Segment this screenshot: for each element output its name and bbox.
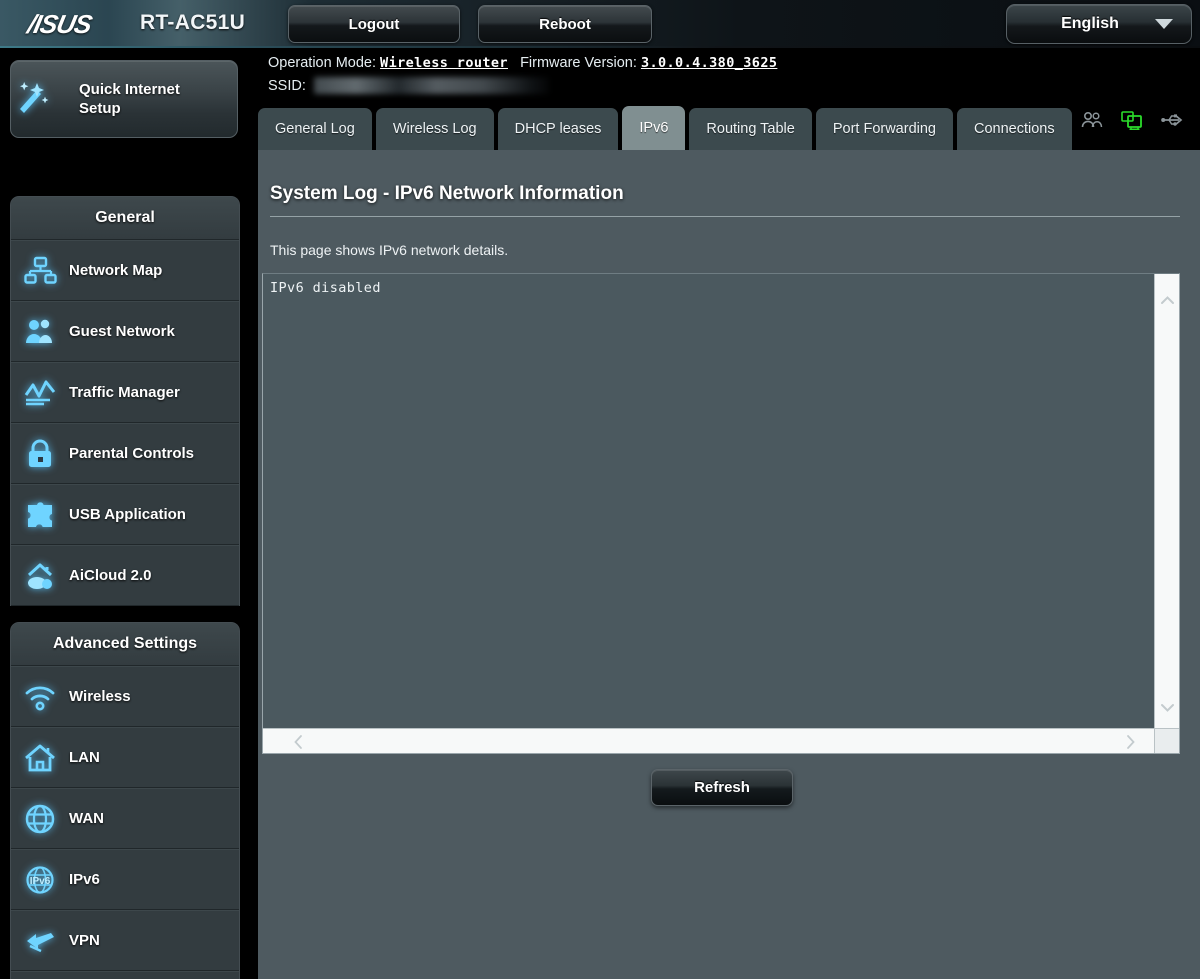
globe-icon bbox=[11, 802, 69, 836]
left-sidebar: Quick Internet Setup General Network Map bbox=[0, 48, 258, 979]
cloud-home-icon bbox=[11, 559, 69, 593]
horizontal-scrollbar[interactable] bbox=[263, 728, 1156, 753]
sidebar-item-traffic-manager[interactable]: Traffic Manager bbox=[11, 362, 239, 423]
quick-internet-setup-button[interactable]: Quick Internet Setup bbox=[10, 60, 238, 138]
wifi-icon bbox=[11, 680, 69, 714]
scrollbar-corner bbox=[1154, 728, 1179, 753]
logout-button[interactable]: Logout bbox=[288, 5, 460, 43]
operation-mode-label: Operation Mode: bbox=[268, 55, 377, 71]
log-tab-bar: General Log Wireless Log DHCP leases IPv… bbox=[258, 106, 1076, 150]
sidebar-item-aicloud[interactable]: AiCloud 2.0 bbox=[11, 545, 239, 606]
page-description: This page shows IPv6 network details. bbox=[270, 242, 509, 258]
tab-general-log[interactable]: General Log bbox=[258, 108, 372, 150]
tab-label: Wireless Log bbox=[392, 121, 477, 137]
sidebar-item-label: Parental Controls bbox=[69, 445, 195, 462]
sidebar-item-label: WAN bbox=[69, 810, 104, 827]
network-connected-icon[interactable] bbox=[1120, 110, 1144, 130]
tab-label: DHCP leases bbox=[514, 121, 602, 137]
top-header-bar: /ISUS RT-AC51U Logout Reboot English bbox=[0, 0, 1200, 48]
sidebar-group-advanced-settings: Advanced Settings Wireless LAN WAN IPv6 … bbox=[10, 622, 240, 979]
sidebar-item-wan[interactable]: WAN bbox=[11, 788, 239, 849]
magic-wand-icon bbox=[11, 77, 73, 122]
chevron-down-icon[interactable] bbox=[1155, 696, 1179, 720]
sidebar-item-label: IPv6 bbox=[69, 871, 100, 888]
tab-label: Port Forwarding bbox=[832, 121, 936, 137]
tab-routing-table[interactable]: Routing Table bbox=[689, 108, 812, 150]
sidebar-group-title-general: General bbox=[11, 197, 239, 240]
ssid-label: SSID: bbox=[268, 77, 306, 94]
chevron-left-icon[interactable] bbox=[285, 729, 311, 753]
router-model-name: RT-AC51U bbox=[140, 11, 246, 34]
language-selector[interactable]: English bbox=[1006, 4, 1192, 44]
vertical-scrollbar[interactable] bbox=[1154, 274, 1179, 730]
tab-label: General Log bbox=[275, 121, 355, 137]
operation-mode-line: Operation Mode: Wireless router Firmware… bbox=[268, 55, 777, 71]
firmware-version-value[interactable]: 3.0.0.4.380_3625 bbox=[641, 55, 777, 71]
firmware-version-label: Firmware Version: bbox=[520, 55, 637, 71]
tab-connections[interactable]: Connections bbox=[957, 108, 1072, 150]
house-icon bbox=[11, 741, 69, 775]
tab-ipv6[interactable]: IPv6 bbox=[622, 106, 686, 150]
tab-dhcp-leases[interactable]: DHCP leases bbox=[497, 108, 619, 150]
guest-network-icon bbox=[11, 315, 69, 349]
language-selector-value: English bbox=[1061, 15, 1119, 32]
log-output-textarea[interactable]: IPv6 disabled bbox=[262, 273, 1180, 754]
logout-button-label: Logout bbox=[348, 15, 400, 33]
sidebar-item-parental-controls[interactable]: Parental Controls bbox=[11, 423, 239, 484]
sidebar-item-label: LAN bbox=[69, 749, 100, 766]
sidebar-group-general: General Network Map Guest Network Traffi… bbox=[10, 196, 240, 606]
quick-internet-setup-label: Quick Internet Setup bbox=[79, 81, 180, 117]
title-divider bbox=[270, 216, 1180, 217]
tab-port-forwarding[interactable]: Port Forwarding bbox=[815, 108, 953, 150]
vpn-icon bbox=[11, 924, 69, 958]
reboot-button-label: Reboot bbox=[539, 15, 591, 33]
tab-wireless-log[interactable]: Wireless Log bbox=[375, 108, 494, 150]
sidebar-item-label: Wireless bbox=[69, 688, 131, 705]
usb-icon[interactable] bbox=[1160, 111, 1184, 129]
sidebar-item-label: Guest Network bbox=[69, 323, 175, 340]
puzzle-icon bbox=[11, 498, 69, 532]
svg-text:IPv6: IPv6 bbox=[30, 876, 51, 887]
sidebar-item-usb-application[interactable]: USB Application bbox=[11, 484, 239, 545]
main-content-panel: System Log - IPv6 Network Information Th… bbox=[258, 150, 1200, 979]
refresh-button-label: Refresh bbox=[694, 779, 750, 796]
sidebar-item-vpn[interactable]: VPN bbox=[11, 910, 239, 971]
tab-label: IPv6 bbox=[639, 120, 669, 136]
router-info-strip: Operation Mode: Wireless router Firmware… bbox=[258, 48, 1200, 130]
clients-icon[interactable] bbox=[1080, 111, 1104, 129]
page-title: System Log - IPv6 Network Information bbox=[270, 183, 624, 204]
sidebar-item-guest-network[interactable]: Guest Network bbox=[11, 301, 239, 362]
traffic-manager-icon bbox=[11, 376, 69, 410]
status-icon-group bbox=[1080, 110, 1184, 130]
sidebar-item-label: AiCloud 2.0 bbox=[69, 567, 152, 584]
sidebar-item-label: Network Map bbox=[69, 262, 163, 279]
sidebar-item-wireless[interactable]: Wireless bbox=[11, 666, 239, 727]
ssid-line: SSID: bbox=[268, 77, 549, 94]
sidebar-item-firewall[interactable]: Firewall bbox=[11, 971, 239, 979]
chevron-right-icon[interactable] bbox=[1118, 729, 1144, 753]
sidebar-item-network-map[interactable]: Network Map bbox=[11, 240, 239, 301]
chevron-down-icon bbox=[1155, 19, 1173, 29]
asus-logo: /ISUS bbox=[24, 9, 95, 39]
tab-label: Routing Table bbox=[706, 121, 795, 137]
ipv6-globe-icon: IPv6 bbox=[11, 863, 69, 897]
ssid-value-redacted bbox=[313, 77, 549, 94]
reboot-button[interactable]: Reboot bbox=[478, 5, 652, 43]
tab-label: Connections bbox=[974, 121, 1055, 137]
sidebar-item-label: Traffic Manager bbox=[69, 384, 180, 401]
refresh-button[interactable]: Refresh bbox=[651, 769, 793, 806]
sidebar-item-label: VPN bbox=[69, 932, 100, 949]
lock-icon bbox=[11, 437, 69, 471]
operation-mode-value[interactable]: Wireless router bbox=[380, 55, 508, 71]
sidebar-group-title-advanced: Advanced Settings bbox=[11, 623, 239, 666]
sidebar-item-label: USB Application bbox=[69, 506, 186, 523]
sidebar-item-lan[interactable]: LAN bbox=[11, 727, 239, 788]
sidebar-item-ipv6[interactable]: IPv6 IPv6 bbox=[11, 849, 239, 910]
log-output-text: IPv6 disabled bbox=[270, 280, 381, 296]
network-map-icon bbox=[11, 254, 69, 288]
chevron-up-icon[interactable] bbox=[1155, 288, 1179, 312]
